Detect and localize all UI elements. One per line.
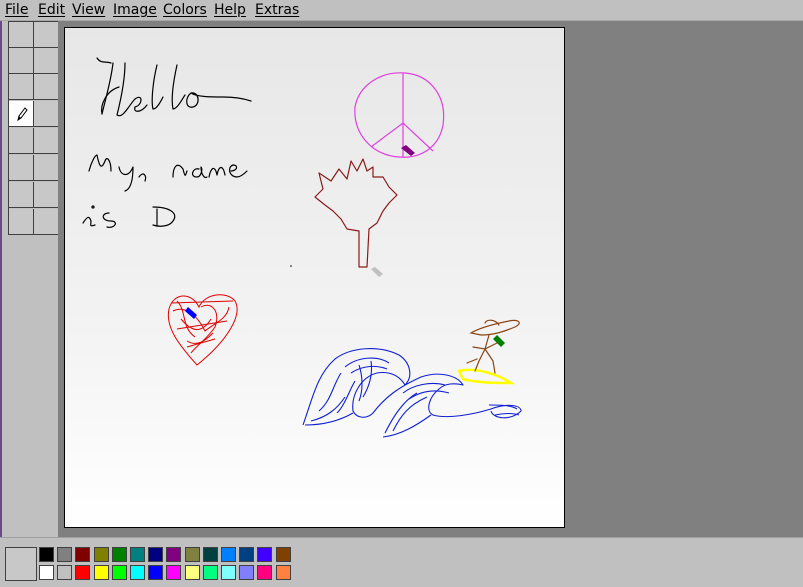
color-swatch[interactable]: [93, 565, 109, 580]
color-swatch[interactable]: [239, 565, 255, 580]
menu-bar: File Edit View Image Colors Help Extras: [0, 0, 803, 21]
color-swatch[interactable]: [57, 565, 73, 580]
color-swatch[interactable]: [202, 565, 218, 580]
tool-button[interactable]: [34, 209, 59, 235]
blue-waves: [302, 348, 522, 438]
color-swatch[interactable]: [184, 565, 200, 580]
tool-button[interactable]: [34, 101, 59, 127]
handwriting-is-d: [82, 205, 176, 228]
menu-view[interactable]: View: [72, 2, 105, 18]
canvas-drawing: [82, 57, 522, 438]
menu-help[interactable]: Help: [214, 2, 246, 18]
yellow-surfboard: [457, 368, 516, 385]
tool-button[interactable]: [34, 155, 59, 181]
tool-button[interactable]: [9, 22, 34, 48]
tool-button[interactable]: [34, 182, 59, 208]
tool-button[interactable]: [9, 209, 34, 235]
color-swatch[interactable]: [75, 547, 91, 562]
color-swatch[interactable]: [166, 565, 182, 580]
color-swatch[interactable]: [275, 565, 291, 580]
green-crayon: [493, 335, 505, 347]
tool-button[interactable]: [9, 182, 34, 208]
tool-button[interactable]: [34, 74, 59, 100]
tool-button[interactable]: [34, 22, 59, 48]
tool-button[interactable]: [34, 128, 59, 154]
toolbox: [0, 21, 60, 537]
color-swatch[interactable]: [221, 547, 236, 562]
menu-image[interactable]: Image: [113, 2, 157, 18]
color-swatch[interactable]: [39, 565, 54, 580]
color-palette: [0, 537, 803, 587]
color-swatch[interactable]: [148, 565, 164, 580]
blue-crayon: [185, 307, 197, 319]
color-swatch[interactable]: [130, 565, 145, 580]
color-swatch[interactable]: [93, 547, 109, 562]
color-swatch[interactable]: [239, 547, 255, 562]
color-swatch[interactable]: [166, 547, 182, 562]
gray-crayon: [371, 267, 383, 277]
tool-button[interactable]: [9, 74, 34, 100]
menu-extras[interactable]: Extras: [255, 2, 299, 18]
tool-button[interactable]: [9, 48, 34, 74]
stray-dot: [290, 265, 292, 267]
current-colors-indicator[interactable]: [5, 547, 37, 581]
tool-grid: [8, 21, 60, 235]
peace-sign: [354, 72, 445, 158]
color-swatch[interactable]: [148, 547, 164, 562]
drawing-canvas[interactable]: [64, 27, 565, 528]
menu-file[interactable]: File: [5, 2, 28, 18]
tool-button[interactable]: [9, 155, 34, 181]
red-heart: [167, 294, 238, 366]
color-swatch[interactable]: [275, 547, 291, 562]
color-swatch[interactable]: [111, 565, 127, 580]
color-swatch[interactable]: [257, 565, 273, 580]
color-swatch[interactable]: [130, 547, 145, 562]
color-swatch[interactable]: [75, 565, 91, 580]
handwriting-hello: [96, 57, 252, 117]
handwriting-my-name: [88, 154, 248, 192]
pencil-tool-button[interactable]: [9, 101, 34, 127]
pencil-icon: [17, 107, 28, 122]
color-swatch[interactable]: [57, 547, 73, 562]
color-swatch[interactable]: [111, 547, 127, 562]
color-swatch[interactable]: [184, 547, 200, 562]
color-swatch[interactable]: [202, 547, 218, 562]
tool-button[interactable]: [34, 48, 59, 74]
surfer-figure: [466, 319, 520, 374]
menu-colors[interactable]: Colors: [163, 2, 207, 18]
maple-leaf: [314, 158, 398, 268]
tool-button[interactable]: [9, 128, 34, 154]
menu-edit[interactable]: Edit: [38, 2, 65, 18]
color-swatch[interactable]: [221, 565, 236, 580]
color-swatch[interactable]: [257, 547, 273, 562]
color-swatch[interactable]: [39, 547, 54, 562]
